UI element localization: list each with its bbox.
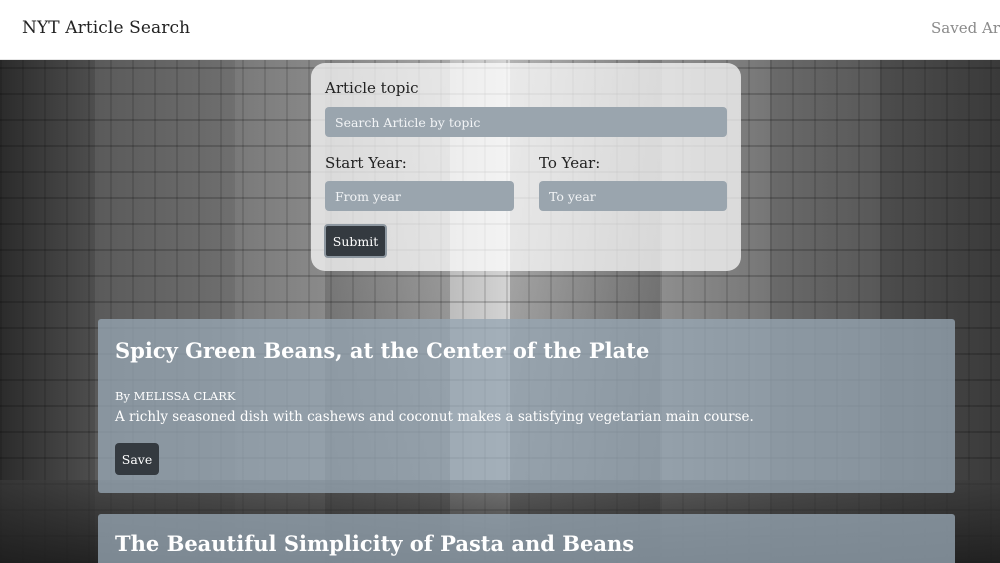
start-year-label: Start Year: bbox=[325, 154, 407, 172]
article-card: Spicy Green Beans, at the Center of the … bbox=[98, 319, 955, 493]
end-year-input[interactable] bbox=[539, 181, 727, 211]
saved-articles-link[interactable]: Saved Artic bbox=[931, 19, 1000, 37]
article-summary: A richly seasoned dish with cashews and … bbox=[115, 409, 754, 425]
topic-input[interactable] bbox=[325, 107, 727, 137]
submit-button[interactable]: Submit bbox=[324, 224, 387, 258]
article-title: The Beautiful Simplicity of Pasta and Be… bbox=[115, 531, 635, 556]
end-year-label: To Year: bbox=[539, 154, 601, 172]
article-card: The Beautiful Simplicity of Pasta and Be… bbox=[98, 514, 955, 563]
search-form: Article topic Start Year: To Year: Submi… bbox=[311, 63, 741, 271]
topic-label: Article topic bbox=[325, 79, 419, 97]
start-year-input[interactable] bbox=[325, 181, 514, 211]
brand-link[interactable]: NYT Article Search bbox=[22, 18, 190, 38]
save-button[interactable]: Save bbox=[115, 443, 159, 475]
top-navbar: NYT Article Search Saved Artic bbox=[0, 0, 1000, 60]
article-title: Spicy Green Beans, at the Center of the … bbox=[115, 338, 650, 363]
article-byline: By MELISSA CLARK bbox=[115, 389, 236, 403]
